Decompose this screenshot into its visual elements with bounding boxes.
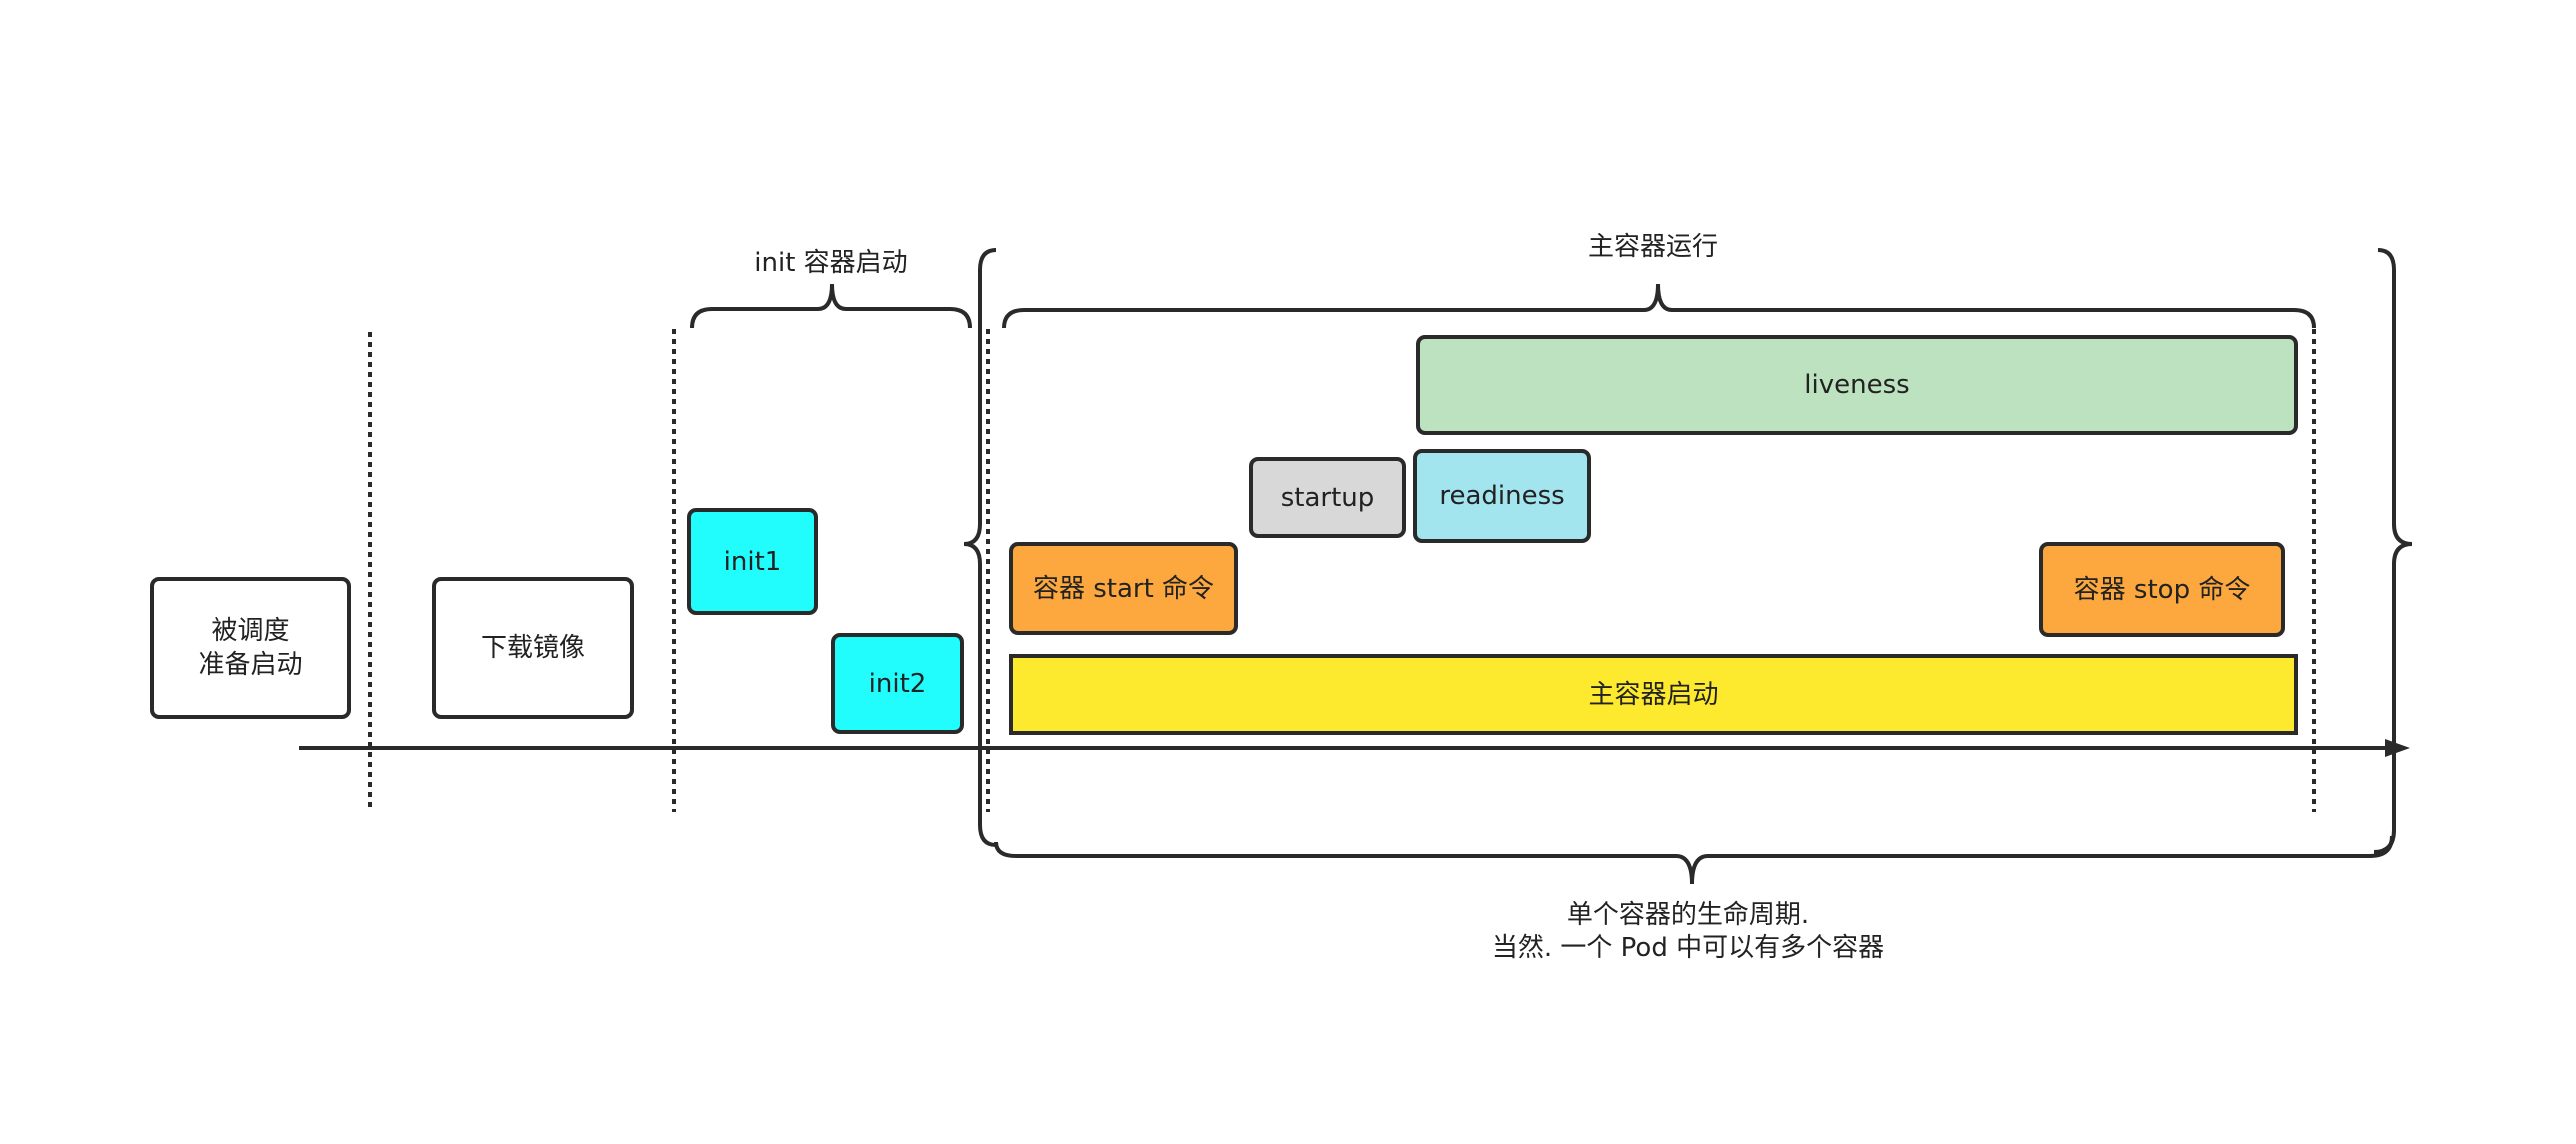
container-stop-command: 容器 stop 命令 [2039,542,2285,637]
lifecycle-bottom-brace [994,835,2394,885]
phase-scheduled: 被调度 准备启动 [150,577,351,719]
liveness-probe: liveness [1416,335,2298,435]
init-brace [690,283,972,329]
init-container-2: init2 [831,633,964,734]
init-group-label: init 容器启动 [754,248,908,278]
lifecycle-left-brace [963,248,997,847]
lifecycle-right-brace [2373,248,2413,854]
startup-probe: startup [1249,457,1406,538]
timeline-axis [299,739,2410,757]
container-start-command: 容器 start 命令 [1009,542,1238,635]
arrow-head-icon [2385,739,2410,757]
readiness-probe: readiness [1413,449,1591,543]
main-container-start: 主容器启动 [1009,654,2298,735]
phase-pull-image: 下载镜像 [432,577,634,719]
init-container-1: init1 [687,508,818,615]
main-run-brace [1002,283,2316,329]
main-group-label: 主容器运行 [1587,232,1718,262]
lifecycle-caption-line2: 当然. 一个 Pod 中可以有多个容器 [1491,933,1885,963]
lifecycle-caption-line1: 单个容器的生命周期. [1566,900,1810,930]
